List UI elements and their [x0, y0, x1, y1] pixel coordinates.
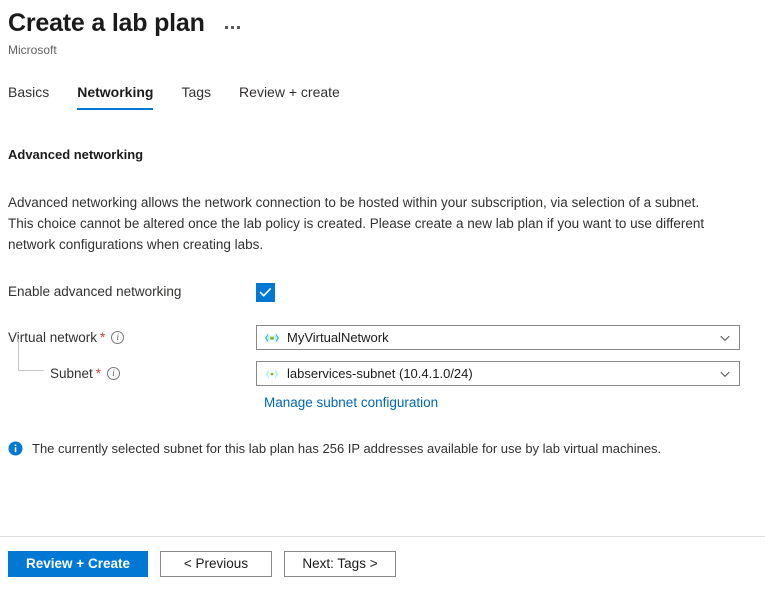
- title-row: Create a lab plan: [8, 8, 765, 38]
- virtual-network-label: Virtual network * i: [8, 329, 256, 347]
- subnet-label-text: Subnet: [50, 365, 93, 383]
- main-content: Advanced networking Advanced networking …: [0, 146, 765, 458]
- enable-advanced-networking-checkbox[interactable]: [256, 283, 275, 302]
- virtual-network-dropdown[interactable]: MyVirtualNetwork: [256, 325, 740, 350]
- next-tags-button[interactable]: Next: Tags >: [284, 551, 396, 577]
- subnet-value: labservices-subnet (10.4.1.0/24): [287, 365, 717, 383]
- manage-subnet-configuration-link[interactable]: Manage subnet configuration: [264, 395, 438, 410]
- enable-advanced-networking-label: Enable advanced networking: [8, 283, 256, 301]
- section-description: Advanced networking allows the network c…: [8, 192, 708, 255]
- chevron-down-icon: [717, 330, 733, 346]
- tab-networking[interactable]: Networking: [63, 83, 167, 110]
- virtual-network-value: MyVirtualNetwork: [287, 329, 717, 347]
- required-asterisk: *: [96, 368, 101, 380]
- subnet-dropdown[interactable]: labservices-subnet (10.4.1.0/24): [256, 361, 740, 386]
- subnet-info-message-text: The currently selected subnet for this l…: [32, 440, 661, 458]
- subnet-label: Subnet * i: [8, 365, 256, 383]
- ellipsis-dot: [237, 26, 240, 29]
- manage-subnet-link-row: Manage subnet configuration: [8, 394, 757, 412]
- virtual-network-icon: [264, 330, 280, 346]
- subnet-row: Subnet * i labservices-subnet (10.4.1.0/…: [8, 361, 757, 386]
- tab-bar: Basics Networking Tags Review + create: [0, 83, 765, 110]
- footer-action-bar: Review + Create < Previous Next: Tags >: [0, 536, 765, 590]
- check-icon: [259, 286, 272, 299]
- tab-review-create[interactable]: Review + create: [225, 83, 354, 110]
- virtual-network-info-icon[interactable]: i: [111, 331, 124, 344]
- info-circle-icon: [8, 441, 23, 456]
- chevron-down-icon: [717, 366, 733, 382]
- tab-tags[interactable]: Tags: [167, 83, 225, 110]
- required-asterisk: *: [100, 332, 105, 344]
- subnet-info-icon[interactable]: i: [107, 367, 120, 380]
- previous-button[interactable]: < Previous: [160, 551, 272, 577]
- virtual-network-row: Virtual network * i MyVirtualNetwork: [8, 325, 757, 350]
- subnet-icon: [264, 366, 280, 382]
- virtual-network-label-text: Virtual network: [8, 329, 97, 347]
- page-header: Create a lab plan Microsoft: [0, 0, 765, 58]
- more-options-icon[interactable]: [219, 12, 246, 34]
- page-subtitle: Microsoft: [8, 42, 765, 58]
- subnet-info-message: The currently selected subnet for this l…: [8, 440, 757, 458]
- ellipsis-dot: [225, 26, 228, 29]
- review-create-button[interactable]: Review + Create: [8, 551, 148, 577]
- section-heading: Advanced networking: [8, 146, 757, 164]
- tab-basics[interactable]: Basics: [8, 83, 63, 110]
- page-title: Create a lab plan: [8, 8, 205, 38]
- ellipsis-dot: [231, 26, 234, 29]
- enable-advanced-networking-row: Enable advanced networking: [8, 281, 757, 303]
